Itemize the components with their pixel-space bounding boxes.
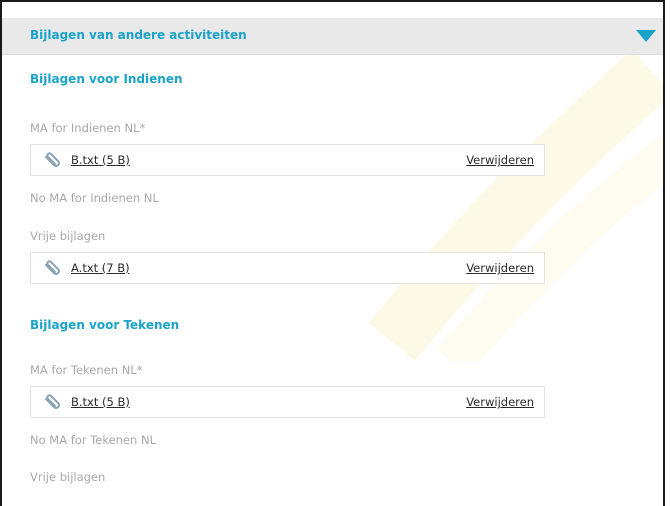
- triangle-down-icon[interactable]: [635, 28, 657, 44]
- attachment-file-link[interactable]: B.txt (5 B): [71, 153, 130, 167]
- panel-title: Bijlagen van andere activiteiten: [30, 28, 247, 42]
- attachment-row: B.txt (5 B) Verwijderen: [30, 386, 545, 418]
- field-label-no-ma-tekenen: No MA for Tekenen NL: [30, 433, 156, 447]
- paperclip-icon: [43, 259, 65, 279]
- field-label-ma-tekenen: MA for Tekenen NL*: [30, 363, 143, 377]
- attachment-row: B.txt (5 B) Verwijderen: [30, 144, 545, 176]
- attachment-row: A.txt (7 B) Verwijderen: [30, 252, 545, 284]
- attachment-file-link[interactable]: B.txt (5 B): [71, 395, 130, 409]
- field-label-ma-indienen: MA for Indienen NL*: [30, 121, 146, 135]
- section-heading-indienen: Bijlagen voor Indienen: [30, 72, 183, 86]
- attachment-file-link[interactable]: A.txt (7 B): [71, 261, 130, 275]
- field-label-vrije-bijlagen: Vrije bijlagen: [30, 229, 106, 243]
- remove-attachment-link[interactable]: Verwijderen: [466, 261, 534, 275]
- background-watermark: [368, 49, 663, 362]
- field-label-vrije-bijlagen: Vrije bijlagen: [30, 470, 106, 484]
- attachments-panel: Bijlagen van andere activiteiten Bijlage…: [0, 0, 665, 506]
- section-heading-tekenen: Bijlagen voor Tekenen: [30, 318, 180, 332]
- panel-header[interactable]: Bijlagen van andere activiteiten: [2, 18, 663, 55]
- paperclip-icon: [43, 151, 65, 171]
- field-label-no-ma-indienen: No MA for Indienen NL: [30, 191, 159, 205]
- remove-attachment-link[interactable]: Verwijderen: [466, 153, 534, 167]
- remove-attachment-link[interactable]: Verwijderen: [466, 395, 534, 409]
- paperclip-icon: [43, 393, 65, 413]
